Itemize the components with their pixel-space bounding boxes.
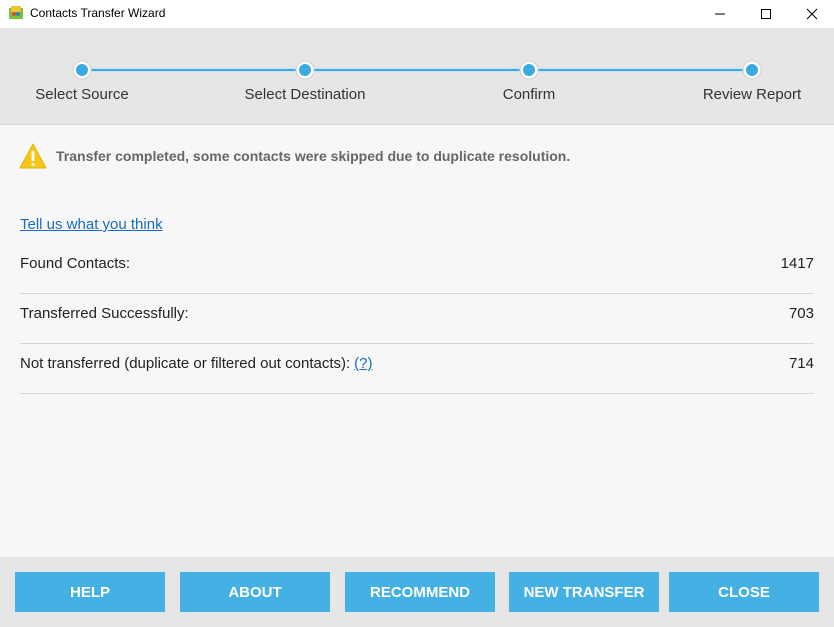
stat-row-transferred: Transferred Successfully: 703 bbox=[20, 294, 814, 344]
step-label-confirm: Confirm bbox=[502, 86, 556, 103]
maximize-button[interactable] bbox=[743, 0, 789, 28]
stat-value: 1417 bbox=[780, 255, 814, 272]
stat-value: 714 bbox=[788, 355, 814, 372]
stepper-track bbox=[72, 60, 762, 80]
recommend-button[interactable]: RECOMMEND bbox=[345, 572, 495, 612]
minimize-icon bbox=[715, 13, 725, 15]
new-transfer-button[interactable]: NEW TRANSFER bbox=[509, 572, 659, 612]
feedback-link[interactable]: Tell us what you think bbox=[20, 216, 163, 233]
app-icon bbox=[9, 6, 23, 19]
stat-value: 703 bbox=[788, 305, 814, 322]
step-label-select-destination: Select Destination bbox=[244, 86, 366, 103]
stat-row-found: Found Contacts: 1417 bbox=[20, 244, 814, 294]
step-dot-2 bbox=[295, 60, 315, 80]
warning-icon bbox=[19, 143, 47, 169]
maximize-icon bbox=[761, 9, 771, 19]
stat-label: Found Contacts: bbox=[20, 255, 131, 272]
window-title: Contacts Transfer Wizard bbox=[30, 6, 166, 20]
report-panel: Transfer completed, some contacts were s… bbox=[0, 125, 834, 557]
step-label-select-source: Select Source bbox=[35, 86, 129, 103]
step-dot-3 bbox=[519, 60, 539, 80]
close-window-button[interactable] bbox=[789, 0, 834, 28]
wizard-stepper: Select Source Select Destination Confirm… bbox=[0, 28, 834, 125]
stat-label: Transferred Successfully: bbox=[20, 305, 189, 322]
about-button[interactable]: ABOUT bbox=[180, 572, 330, 612]
step-label-review-report: Review Report bbox=[702, 86, 802, 103]
minimize-button[interactable] bbox=[697, 0, 743, 28]
step-dot-4 bbox=[742, 60, 762, 80]
step-dot-1 bbox=[72, 60, 92, 80]
stat-label: Not transferred (duplicate or filtered o… bbox=[20, 355, 351, 372]
help-button[interactable]: HELP bbox=[15, 572, 165, 612]
title-bar: Contacts Transfer Wizard bbox=[0, 0, 834, 28]
status-message: Transfer completed, some contacts were s… bbox=[56, 148, 571, 164]
help-question-link[interactable]: (?) bbox=[354, 355, 372, 372]
footer-toolbar: HELP ABOUT RECOMMEND NEW TRANSFER CLOSE bbox=[0, 557, 834, 627]
stat-row-not-transferred: Not transferred (duplicate or filtered o… bbox=[20, 344, 814, 394]
close-icon bbox=[806, 8, 818, 20]
stat-label-wrapper: Not transferred (duplicate or filtered o… bbox=[20, 355, 373, 372]
close-button[interactable]: CLOSE bbox=[669, 572, 819, 612]
